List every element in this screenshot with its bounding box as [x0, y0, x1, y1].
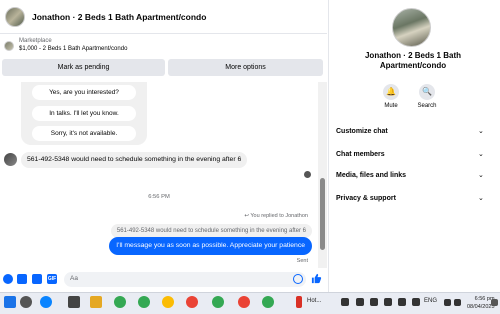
quick-reply[interactable]: Yes, are you interested?: [32, 85, 136, 100]
chrome-icon[interactable]: [186, 296, 198, 308]
app-icon[interactable]: [68, 296, 80, 308]
marketplace-label: Marketplace: [19, 38, 52, 44]
mark-pending-button[interactable]: Mark as pending: [2, 59, 165, 76]
quick-reply[interactable]: In talks. I'll let you know.: [32, 106, 136, 121]
scrollbar-thumb[interactable]: [320, 178, 325, 250]
search-icon[interactable]: 🔍: [419, 84, 435, 100]
chrome-icon[interactable]: [114, 296, 126, 308]
weather-label[interactable]: Hot...: [307, 298, 321, 304]
avatar[interactable]: [4, 153, 17, 166]
chrome-icon[interactable]: [162, 296, 174, 308]
gallery-icon[interactable]: [341, 298, 349, 306]
app-icon[interactable]: [398, 298, 406, 306]
chrome-icon[interactable]: [138, 296, 150, 308]
wifi-icon[interactable]: [444, 299, 451, 306]
avatar[interactable]: [5, 6, 25, 27]
chat-title[interactable]: Jonathon · 2 Beds 1 Bath Apartment/condo: [32, 12, 206, 22]
app-icon[interactable]: [370, 298, 378, 306]
app-icon[interactable]: [356, 298, 364, 306]
panel-title: Jonathon · 2 Beds 1 Bath Apartment/condo: [364, 51, 461, 70]
seen-avatar-icon: [304, 171, 311, 178]
listing-price[interactable]: $1,000 - 2 Beds 1 Bath Apartment/condo: [19, 46, 127, 52]
plus-icon[interactable]: [3, 274, 13, 284]
like-icon[interactable]: [311, 273, 322, 284]
quick-replies: Yes, are you interested? In talks. I'll …: [21, 82, 147, 145]
notification-icon[interactable]: [491, 299, 498, 306]
menu-chat-members[interactable]: Chat members: [336, 151, 385, 158]
quoted-message[interactable]: 561-492-5348 would need to schedule some…: [110, 224, 312, 238]
message-status: Sent: [296, 258, 308, 264]
search-icon[interactable]: [20, 296, 32, 308]
timestamp: 6:56 PM: [148, 194, 170, 200]
incoming-message[interactable]: 561-492-5348 would need to schedule some…: [21, 152, 248, 168]
chevron-down-icon[interactable]: ⌄: [478, 171, 484, 179]
listing-thumbnail[interactable]: [4, 41, 14, 51]
language-indicator[interactable]: ENG: [424, 298, 437, 304]
more-options-button[interactable]: More options: [168, 59, 323, 76]
outgoing-message[interactable]: I'll message you as soon as possible. Ap…: [109, 237, 312, 255]
mute-label[interactable]: Mute: [376, 103, 406, 109]
sticker-icon[interactable]: [32, 274, 42, 284]
message-list[interactable]: Yes, are you interested? In talks. I'll …: [0, 82, 318, 268]
app-icon[interactable]: [384, 298, 392, 306]
windows-start-icon[interactable]: [4, 296, 16, 308]
search-label[interactable]: Search: [412, 103, 442, 109]
volume-icon[interactable]: [454, 299, 461, 306]
folder-icon[interactable]: [90, 296, 102, 308]
chrome-icon[interactable]: [212, 296, 224, 308]
chevron-down-icon[interactable]: ⌄: [478, 127, 484, 135]
edge-icon[interactable]: [40, 296, 52, 308]
chat-header: Jonathon · 2 Beds 1 Bath Apartment/condo: [0, 0, 327, 34]
avatar[interactable]: [392, 8, 431, 47]
quick-reply[interactable]: Sorry, it's not available.: [32, 126, 136, 141]
gif-icon[interactable]: GIF: [47, 274, 57, 284]
message-placeholder: Aa: [70, 275, 78, 282]
menu-privacy-support[interactable]: Privacy & support: [336, 195, 396, 202]
image-icon[interactable]: [17, 274, 27, 284]
thermometer-icon: [296, 296, 302, 308]
emoji-icon[interactable]: [293, 274, 303, 284]
scrollbar[interactable]: [318, 82, 327, 268]
chrome-icon[interactable]: [262, 296, 274, 308]
message-input[interactable]: [64, 272, 306, 287]
menu-customize-chat[interactable]: Customize chat: [336, 128, 388, 135]
replied-text: You replied to Jonathon: [250, 213, 308, 219]
replied-label: ↩ You replied to Jonathon: [244, 213, 308, 219]
bell-icon[interactable]: 🔔: [383, 84, 399, 100]
menu-media-files[interactable]: Media, files and links: [336, 172, 406, 179]
chevron-down-icon[interactable]: ⌄: [478, 194, 484, 202]
app-icon[interactable]: [412, 298, 420, 306]
chevron-down-icon[interactable]: ⌄: [478, 150, 484, 158]
chrome-icon[interactable]: [238, 296, 250, 308]
